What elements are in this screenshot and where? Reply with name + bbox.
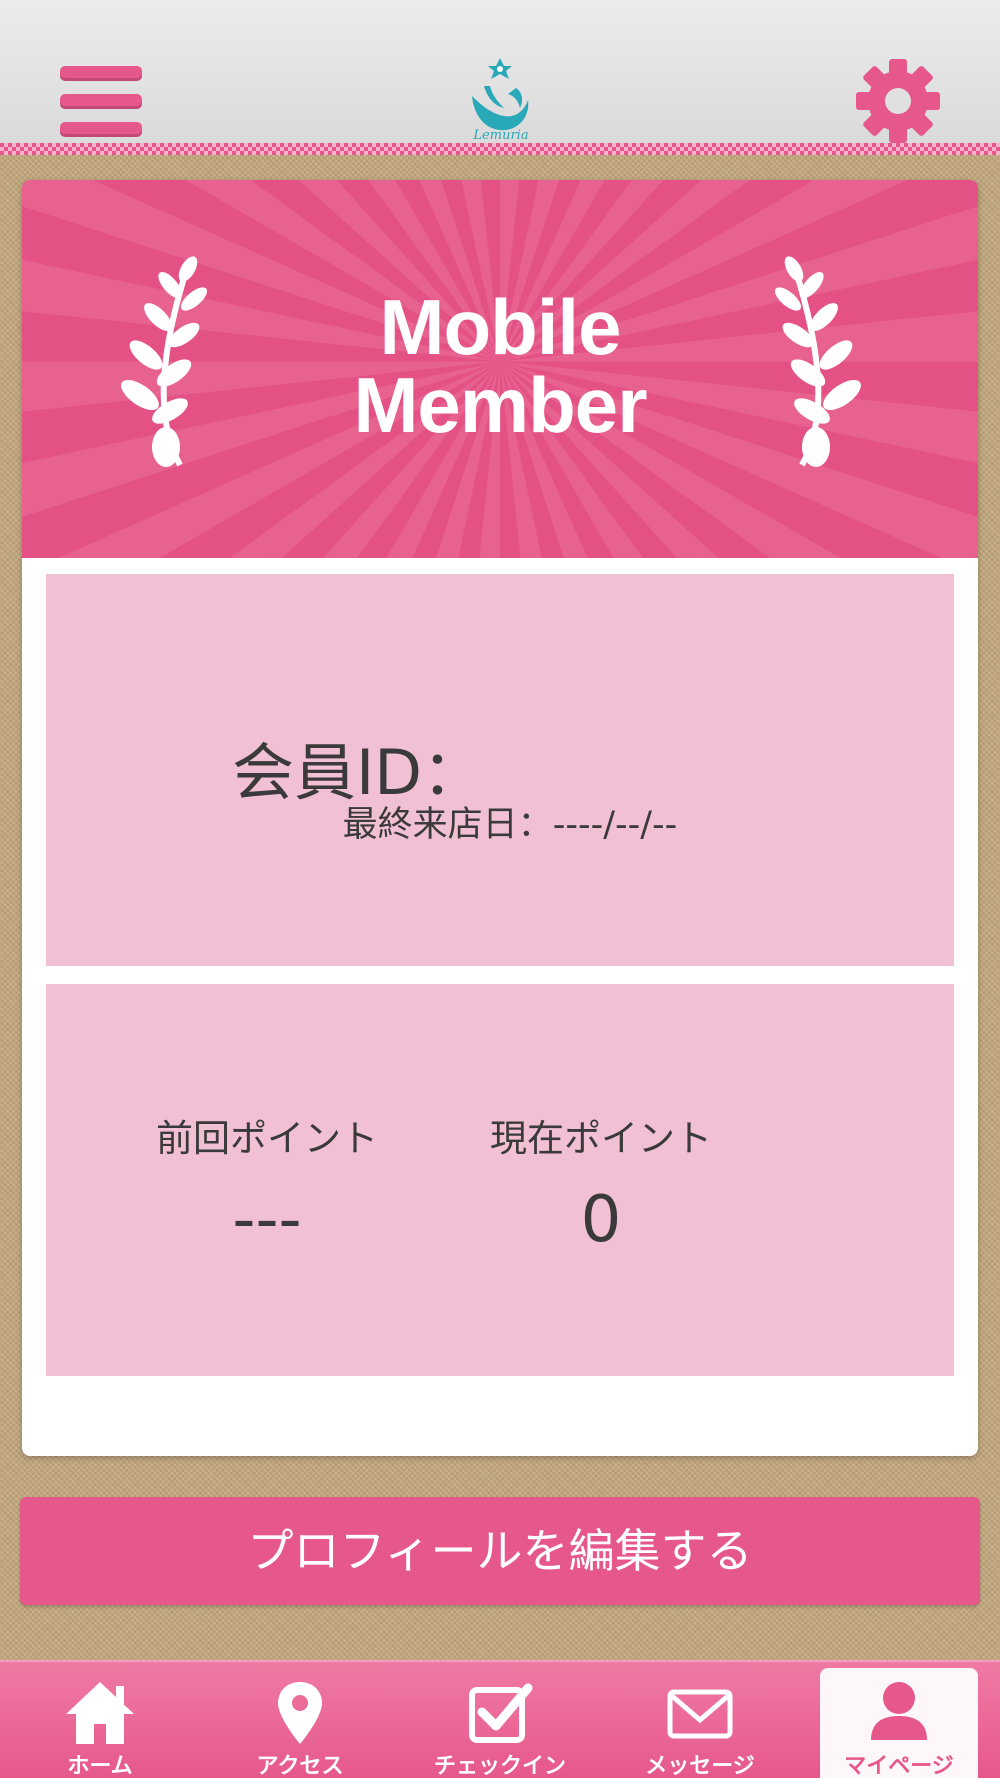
laurel-branch-icon (774, 256, 861, 467)
points-panel: 前回ポイント --- 現在ポイント 0 (46, 984, 954, 1376)
current-points: 現在ポイント 0 (266, 1108, 936, 1256)
nav-label-message: メッセージ (645, 1754, 755, 1778)
checkbox-icon (469, 1683, 533, 1743)
logo-text: Lemuria (473, 128, 529, 143)
edit-profile-button[interactable]: プロフィールを編集する (20, 1497, 980, 1605)
app-header: Lemuria (0, 0, 1000, 155)
nav-label-mypage: マイページ (844, 1754, 954, 1778)
nav-label-checkin: チェックイン (433, 1754, 566, 1778)
map-pin-icon (278, 1682, 322, 1744)
header-divider (0, 143, 1000, 155)
current-points-value: 0 (580, 1183, 622, 1257)
nav-item-checkin[interactable]: チェックイン (400, 1662, 600, 1778)
current-points-label: 現在ポイント (490, 1117, 712, 1160)
last-visit-label: 最終来店日： (342, 805, 553, 845)
nav-item-home[interactable]: ホーム (0, 1662, 200, 1778)
envelope-icon (667, 1689, 733, 1739)
member-id-panel: 会員ID： 最終来店日：----/--/-- (46, 574, 954, 966)
gear-icon[interactable] (855, 58, 941, 144)
home-icon (66, 1682, 134, 1744)
member-card: Mobile Member 会員ID： 最終来店日：----/--/-- 前回ポ… (22, 180, 978, 1456)
hamburger-menu-icon (60, 66, 142, 81)
member-banner: Mobile Member (22, 180, 978, 558)
nav-label-home: ホーム (67, 1754, 133, 1778)
last-visit-value: ----/--/-- (552, 805, 678, 845)
nav-item-access[interactable]: アクセス (200, 1662, 400, 1778)
nav-item-message[interactable]: メッセージ (600, 1662, 800, 1778)
last-visit: 最終来店日：----/--/-- (46, 796, 954, 847)
bottom-nav: ホーム アクセス チェックイン メッセージ マイページ (0, 1660, 1000, 1778)
nav-item-mypage[interactable]: マイページ (820, 1668, 978, 1778)
menu-button[interactable] (60, 66, 142, 138)
user-icon (871, 1682, 927, 1740)
nav-label-access: アクセス (256, 1754, 344, 1778)
